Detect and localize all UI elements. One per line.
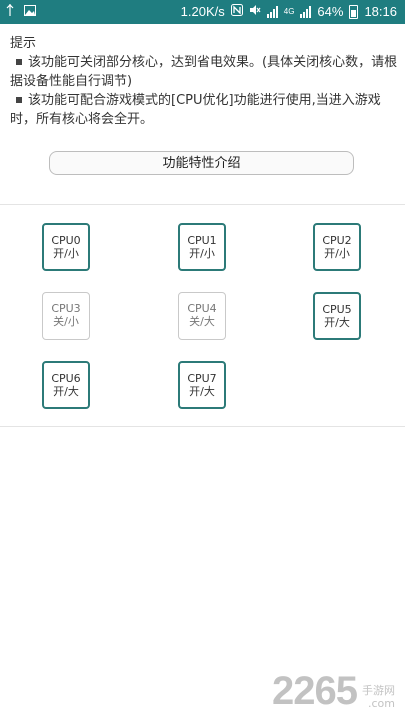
cpu-toggle-5[interactable]: CPU5 开/大 [313,292,361,340]
bullet-icon [16,58,22,65]
watermark-sub1: 手游网 [362,684,395,697]
bullet-icon [16,96,22,103]
tip-text-1: 该功能可关闭部分核心，达到省电效果。(具体关闭核心数，请根据设备性能自行调节) [10,55,398,89]
cpu-state: 开/大 [53,385,79,398]
battery-percent: 64% [317,4,344,19]
image-icon [24,4,36,20]
cpu-state: 关/小 [53,315,79,328]
tip-text-2: 该功能可配合游戏模式的[CPU优化]功能进行使用,当进入游戏时，所有核心将会全开… [10,93,381,127]
watermark-logo: 2265 [272,669,358,714]
mute-icon [249,4,261,20]
cpu-toggle-7[interactable]: CPU7 开/大 [178,361,226,409]
tips-section: 提示 该功能可关闭部分核心，达到省电效果。(具体关闭核心数，请根据设备性能自行调… [10,34,400,129]
cpu-toggle-3[interactable]: CPU3 关/小 [42,292,90,340]
watermark-sub: 手游网 .com [362,684,395,710]
cpu-state: 开/大 [189,385,215,398]
feature-intro-button[interactable]: 功能特性介绍 [49,151,354,175]
cpu-state: 开/小 [324,247,350,260]
cpu-toggle-2[interactable]: CPU2 开/小 [313,223,361,271]
cpu-state: 开/小 [189,247,215,260]
tips-title: 提示 [10,36,37,51]
status-bar: 1.20K/s 4G 64% 18:16 [0,0,405,24]
cpu-toggle-4[interactable]: CPU4 关/大 [178,292,226,340]
tip-line-2: 该功能可配合游戏模式的[CPU优化]功能进行使用,当进入游戏时，所有核心将会全开… [10,91,400,129]
nfc-icon [230,4,243,20]
clock: 18:16 [364,4,397,19]
tip-line-1: 该功能可关闭部分核心，达到省电效果。(具体关闭核心数，请根据设备性能自行调节) [10,53,400,91]
divider [0,426,405,427]
cpu-name: CPU5 [322,303,352,316]
usb-icon [6,4,14,20]
watermark-sub2: .com [368,697,395,710]
cpu-name: CPU3 [51,302,81,315]
battery-icon [349,5,359,19]
cpu-toggle-6[interactable]: CPU6 开/大 [42,361,90,409]
network-type-label: 4G [283,7,295,16]
cpu-state: 关/大 [189,315,215,328]
wifi-signal-icon [266,6,278,18]
watermark-number: 2265 [272,669,358,713]
divider [0,204,405,205]
cpu-name: CPU1 [187,234,217,247]
cpu-state: 开/小 [53,247,79,260]
cpu-toggle-0[interactable]: CPU0 开/小 [42,223,90,271]
cpu-state: 开/大 [324,316,350,329]
cpu-name: CPU4 [187,302,217,315]
cpu-name: CPU7 [187,372,217,385]
network-speed: 1.20K/s [180,4,225,19]
signal-icon [300,6,312,18]
cpu-name: CPU2 [322,234,352,247]
cpu-name: CPU0 [51,234,81,247]
cpu-name: CPU6 [51,372,81,385]
cpu-toggle-1[interactable]: CPU1 开/小 [178,223,226,271]
